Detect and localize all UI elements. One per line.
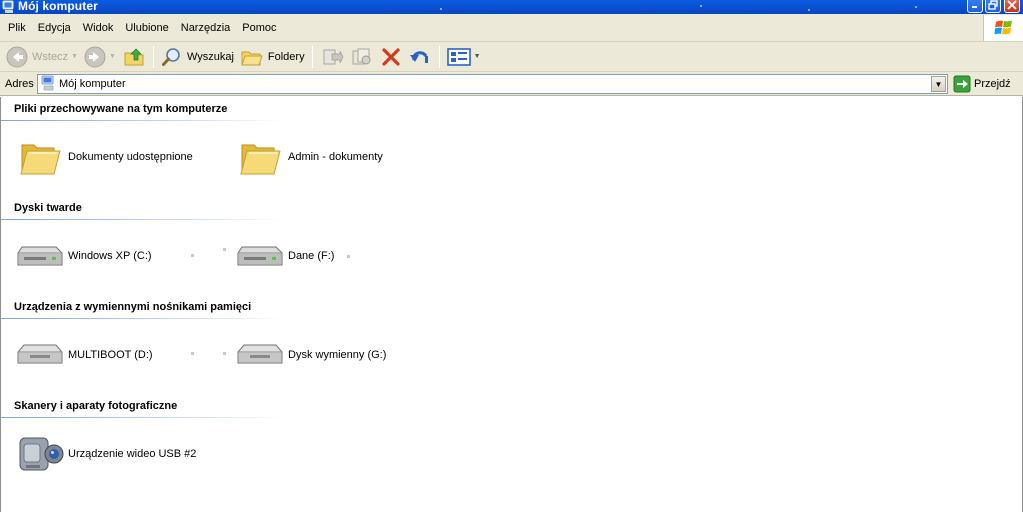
toolbar-separator: [311, 45, 313, 68]
group-heading-label: Dyski twarde: [14, 202, 82, 214]
up-folder-icon: [124, 48, 144, 65]
list-item[interactable]: Dane (F:): [235, 231, 334, 281]
list-item[interactable]: Urządzenie wideo USB #2: [15, 429, 196, 479]
title-bar-speck: [915, 6, 917, 8]
search-icon: [161, 47, 180, 66]
list-item[interactable]: Windows XP (C:): [15, 231, 152, 281]
item-artifact: [223, 248, 226, 251]
back-label: Wstecz: [32, 50, 69, 63]
views-icon: [446, 47, 471, 66]
item-label: Urządzenie wideo USB #2: [68, 448, 197, 460]
minimize-button[interactable]: [967, 0, 983, 13]
group-heading-rule: [1, 219, 286, 220]
group-heading-rule: [1, 417, 286, 418]
item-artifact: [347, 255, 350, 258]
folders-icon: [241, 51, 263, 65]
toolbar-separator: [438, 45, 440, 68]
address-value: Mój komputer: [59, 78, 126, 90]
hard-drive-icon: [15, 234, 65, 278]
close-button[interactable]: [1004, 0, 1020, 13]
content-pane: Pliki przechowywane na tym komputerze Do…: [0, 97, 1023, 512]
forward-arrow-icon: [84, 46, 106, 67]
window-title: Mój komputer: [18, 0, 98, 13]
item-label: Admin - dokumenty: [288, 151, 383, 163]
item-label: Windows XP (C:): [68, 250, 152, 262]
item-artifact: [223, 352, 226, 355]
group-heading: Urządzenia z wymiennymi nośnikami pamięc…: [1, 301, 286, 319]
folder-icon: [15, 135, 65, 179]
my-computer-icon: [2, 0, 16, 14]
copy-to-button[interactable]: [347, 44, 377, 70]
address-bar: Adres Mój komputer ▼ Przejdź: [0, 72, 1023, 96]
item-artifact: [191, 352, 194, 355]
restore-button[interactable]: [985, 0, 1001, 13]
go-button[interactable]: Przejdź: [953, 74, 1011, 94]
search-label: Wyszukaj: [186, 50, 234, 63]
title-bar-speck: [700, 5, 702, 7]
folder-icon: [235, 135, 285, 179]
title-bar[interactable]: Mój komputer: [0, 0, 1023, 14]
group-heading: Dyski twarde: [1, 202, 286, 220]
menu-help[interactable]: Pomoc: [236, 20, 282, 36]
forward-button[interactable]: ▼: [81, 44, 119, 70]
address-dropdown-icon[interactable]: ▼: [931, 76, 946, 92]
folders-button[interactable]: Foldery: [237, 44, 308, 70]
minimize-icon: [972, 6, 977, 8]
undo-icon: [409, 50, 428, 63]
list-item[interactable]: MULTIBOOT (D:): [15, 330, 153, 380]
back-dropdown-icon[interactable]: ▼: [71, 53, 78, 60]
group-heading-rule: [1, 120, 286, 121]
group-heading: Skanery i aparaty fotograficzne: [1, 400, 286, 418]
title-bar-speck: [440, 8, 442, 10]
move-to-icon: [323, 49, 343, 64]
views-dropdown-icon[interactable]: ▼: [474, 53, 481, 60]
my-computer-icon: [41, 75, 55, 94]
list-item[interactable]: Admin - dokumenty: [235, 132, 383, 182]
hard-drive-icon: [235, 234, 285, 278]
delete-button[interactable]: [377, 44, 405, 70]
up-folder-button[interactable]: [119, 44, 149, 70]
list-item[interactable]: Dysk wymienny (G:): [235, 330, 386, 380]
menu-edit[interactable]: Edycja: [32, 20, 77, 36]
menu-favorites[interactable]: Ulubione: [119, 20, 174, 36]
item-label: Dokumenty udostępnione: [68, 151, 193, 163]
menu-view[interactable]: Widok: [77, 20, 120, 36]
address-field[interactable]: Mój komputer ▼: [37, 74, 948, 94]
folders-label: Foldery: [267, 50, 305, 63]
list-item[interactable]: Dokumenty udostępnione: [15, 132, 193, 182]
menu-file[interactable]: Plik: [2, 20, 32, 36]
item-label: MULTIBOOT (D:): [68, 349, 153, 361]
search-button[interactable]: Wyszukaj: [158, 44, 237, 70]
delete-icon: [381, 47, 400, 66]
item-label: Dysk wymienny (G:): [288, 349, 387, 361]
group-heading-label: Pliki przechowywane na tym komputerze: [14, 103, 228, 115]
toolbar-separator: [152, 45, 154, 68]
group-heading-label: Skanery i aparaty fotograficzne: [14, 400, 178, 412]
back-arrow-icon: [6, 46, 28, 67]
toolbar: Wstecz ▼ ▼ Wyszukaj Foldery ▼: [0, 42, 1023, 72]
close-icon: [1007, 0, 1017, 10]
go-arrow-icon: [953, 75, 971, 93]
video-camera-icon: [15, 432, 65, 476]
views-button[interactable]: ▼: [444, 44, 484, 70]
forward-dropdown-icon[interactable]: ▼: [109, 53, 116, 60]
windows-logo-icon: [983, 15, 1023, 41]
undo-button[interactable]: [405, 44, 435, 70]
group-heading: Pliki przechowywane na tym komputerze: [1, 103, 286, 121]
group-heading-rule: [1, 318, 286, 319]
copy-to-icon: [352, 48, 371, 64]
item-label: Dane (F:): [288, 250, 335, 262]
removable-drive-icon: [235, 333, 285, 377]
removable-drive-icon: [15, 333, 65, 377]
item-artifact: [191, 254, 194, 257]
address-label: Adres: [5, 77, 34, 90]
move-to-button[interactable]: [317, 44, 347, 70]
menu-bar: Plik Edycja Widok Ulubione Narzędzia Pom…: [0, 14, 1023, 42]
back-button[interactable]: Wstecz ▼: [3, 44, 81, 70]
menu-tools[interactable]: Narzędzia: [175, 20, 237, 36]
group-heading-label: Urządzenia z wymiennymi nośnikami pamięc…: [14, 301, 252, 313]
title-bar-speck: [808, 9, 810, 11]
restore-icon: [988, 0, 998, 10]
go-label: Przejdź: [974, 78, 1011, 90]
